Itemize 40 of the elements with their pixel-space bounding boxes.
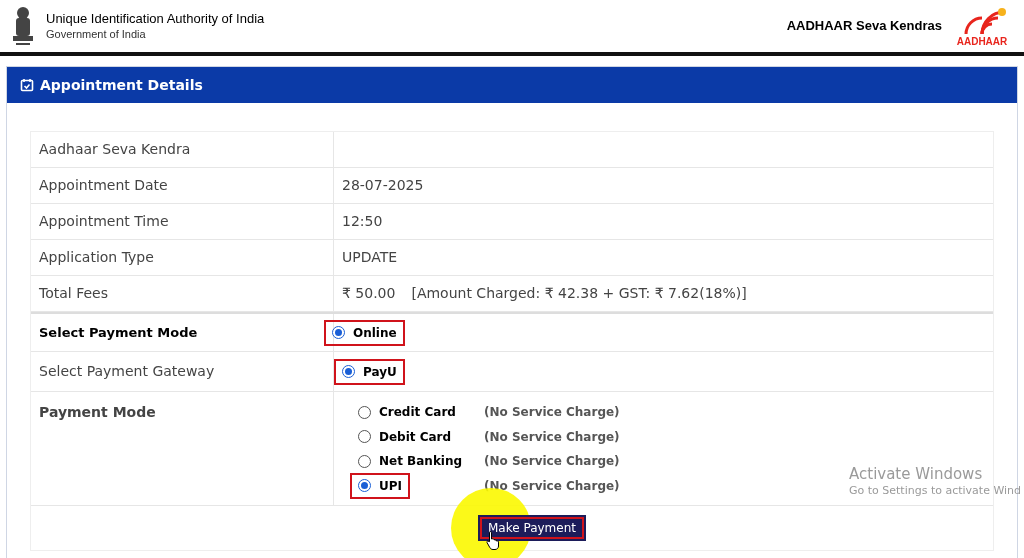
field-label: Total Fees bbox=[39, 284, 108, 303]
government-label: Government of India bbox=[46, 27, 147, 41]
radio-option[interactable]: Credit Card bbox=[350, 399, 464, 426]
panel-title: Appointment Details bbox=[40, 75, 203, 95]
radio-button[interactable] bbox=[358, 479, 371, 493]
field-label: Select Payment Mode bbox=[39, 323, 198, 342]
field-label: Appointment Time bbox=[39, 212, 169, 231]
service-charge-note: (No Service Charge) bbox=[484, 477, 620, 495]
radio-option[interactable]: UPI bbox=[350, 472, 410, 499]
field-value: 12:50 bbox=[342, 212, 383, 231]
make-payment-button[interactable]: Make Payment bbox=[478, 515, 586, 541]
service-charge-note: (No Service Charge) bbox=[484, 404, 620, 422]
calendar-icon bbox=[20, 78, 34, 92]
field-label: Application Type bbox=[39, 248, 154, 267]
radio-button[interactable] bbox=[358, 430, 371, 444]
emblem-icon bbox=[10, 5, 36, 47]
hand-cursor-icon bbox=[486, 530, 500, 550]
field-value: UPDATE bbox=[342, 248, 398, 267]
field-label: Payment Mode bbox=[39, 403, 156, 422]
field-value: ₹ 50.00 bbox=[342, 284, 396, 303]
radio-button[interactable] bbox=[358, 405, 371, 419]
service-charge-note: (No Service Charge) bbox=[484, 453, 620, 471]
organization-name: Unique Identification Authority of India bbox=[46, 11, 265, 27]
radio-option[interactable]: Debit Card bbox=[350, 423, 460, 450]
radio-option[interactable]: Online bbox=[324, 319, 405, 346]
field-label: Appointment Date bbox=[39, 176, 168, 195]
radio-button[interactable] bbox=[358, 454, 371, 468]
fee-breakdown: [Amount Charged: ₹ 42.38 + GST: ₹ 7.62(18%)] bbox=[411, 284, 747, 303]
radio-button[interactable] bbox=[342, 365, 355, 378]
field-label: Select Payment Gateway bbox=[39, 362, 215, 381]
radio-option[interactable]: PayU bbox=[334, 358, 405, 385]
radio-option[interactable]: Net Banking bbox=[350, 448, 471, 475]
field-label: Aadhaar Seva Kendra bbox=[39, 140, 191, 159]
field-value: 28-07-2025 bbox=[342, 176, 424, 195]
aadhaar-logo: AADHAAR bbox=[948, 5, 1016, 47]
activation-message: Go to Settings to activate Wind bbox=[849, 483, 1022, 499]
brand-title: AADHAAR Seva Kendras bbox=[786, 17, 942, 36]
service-charge-note: (No Service Charge) bbox=[484, 428, 620, 446]
activation-title: Activate Windows bbox=[849, 465, 984, 483]
radio-button[interactable] bbox=[332, 326, 345, 339]
